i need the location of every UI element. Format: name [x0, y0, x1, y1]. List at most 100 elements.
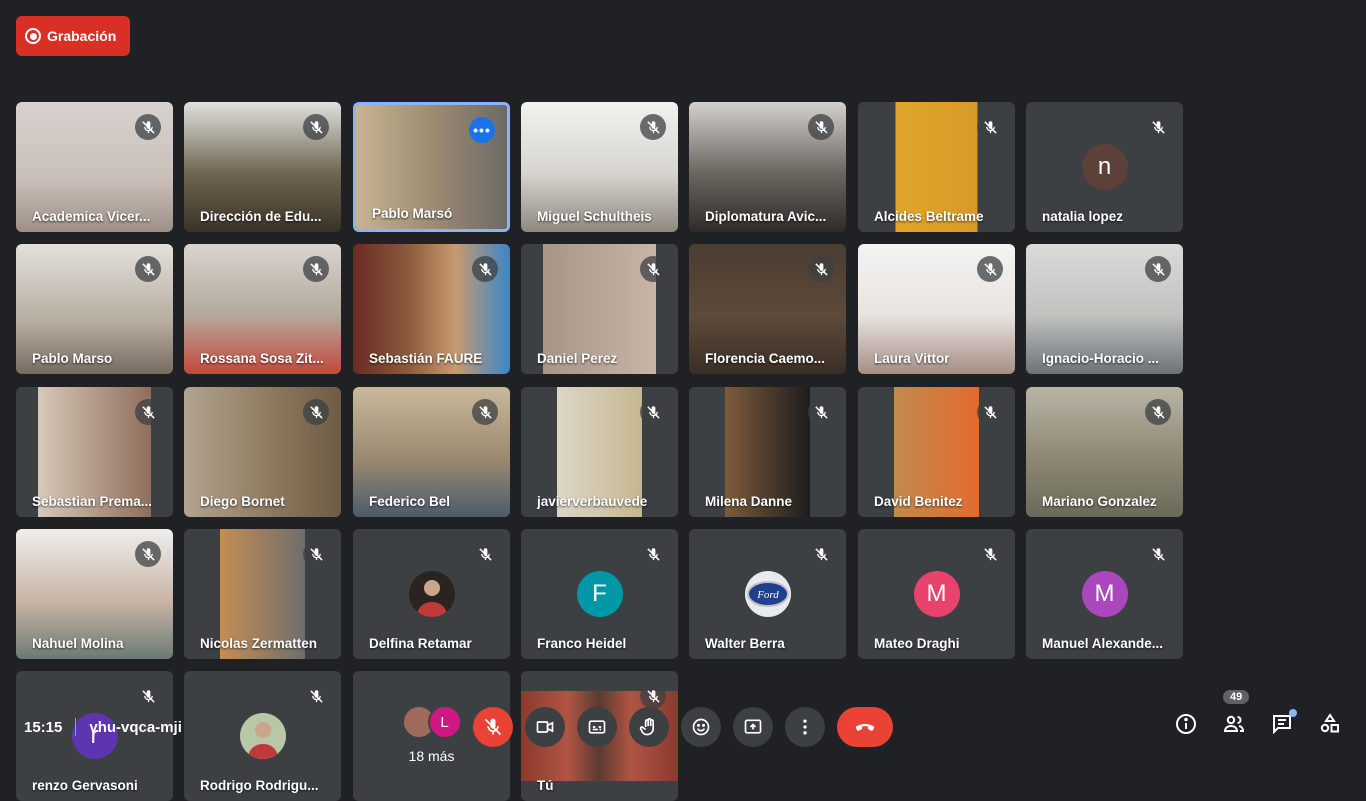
mic-muted-indicator — [303, 399, 329, 425]
mic-muted-indicator — [1145, 399, 1171, 425]
participant-avatar: M — [913, 571, 960, 617]
participant-tile[interactable]: Academica Vicer... — [16, 102, 173, 232]
more-options-button[interactable] — [785, 707, 825, 747]
emoji-icon — [692, 718, 710, 736]
participant-name: Alcides Beltrame — [874, 209, 984, 224]
participant-name: natalia lopez — [1042, 209, 1124, 224]
participant-name: Sebastian Prema... — [32, 494, 153, 509]
mic-muted-indicator — [640, 541, 666, 567]
mic-off-icon — [309, 405, 323, 419]
mic-muted-indicator — [1145, 256, 1171, 282]
reactions-button[interactable] — [681, 707, 721, 747]
participant-tile[interactable]: F Franco Heidel — [521, 529, 678, 659]
mic-muted-indicator — [640, 399, 666, 425]
participant-tile[interactable]: Sebastián FAURE — [353, 244, 510, 374]
mic-off-icon — [141, 547, 155, 561]
participant-tile[interactable]: M Manuel Alexande... — [1026, 529, 1183, 659]
participant-name: Walter Berra — [705, 636, 785, 651]
mic-off-icon — [983, 262, 997, 276]
activities-button[interactable] — [1318, 712, 1342, 736]
mic-muted-indicator — [640, 256, 666, 282]
mic-off-icon — [141, 262, 155, 276]
participant-tile[interactable]: Milena Danne — [689, 387, 846, 517]
participant-tile[interactable]: Miguel Schultheis — [521, 102, 678, 232]
shapes-icon — [1320, 713, 1339, 733]
participant-name: Daniel Perez — [537, 351, 618, 366]
side-controls: 49 — [1174, 690, 1342, 736]
participant-tile[interactable]: Daniel Perez — [521, 244, 678, 374]
participant-name: Nahuel Molina — [32, 636, 124, 651]
participant-tile[interactable]: Laura Vittor — [858, 244, 1015, 374]
hand-icon — [639, 717, 654, 736]
participant-avatar: Ford — [744, 571, 791, 617]
participant-tile[interactable]: Nahuel Molina — [16, 529, 173, 659]
call-end-icon — [855, 724, 875, 731]
participant-tile[interactable]: Florencia Caemo... — [689, 244, 846, 374]
present-now-button[interactable] — [733, 707, 773, 747]
meeting-details-button[interactable] — [1174, 712, 1198, 736]
participant-tile[interactable]: Alcides Beltrame — [858, 102, 1015, 232]
mic-muted-indicator — [808, 114, 834, 140]
participant-tile[interactable]: Sebastian Prema... — [16, 387, 173, 517]
participant-tile[interactable]: javierverbauvede — [521, 387, 678, 517]
participant-name: Franco Heidel — [537, 636, 627, 651]
participant-tile[interactable]: Diego Bornet — [184, 387, 341, 517]
mic-muted-indicator — [472, 256, 498, 282]
camera-toggle-button[interactable] — [525, 707, 565, 747]
people-button[interactable]: 49 — [1222, 690, 1250, 736]
participant-name: Manuel Alexande... — [1042, 636, 1164, 651]
participant-tile[interactable]: Diplomatura Avic... — [689, 102, 846, 232]
tile-options-button[interactable]: ••• — [469, 117, 495, 143]
participant-tile[interactable]: David Benitez — [858, 387, 1015, 517]
participant-tile[interactable]: Delfina Retamar — [353, 529, 510, 659]
participant-name: Mariano Gonzalez — [1042, 494, 1157, 509]
participant-avatar: n — [1081, 144, 1128, 190]
mic-muted-indicator — [472, 541, 498, 567]
participant-name: Diego Bornet — [200, 494, 285, 509]
mic-off-icon — [1151, 120, 1165, 134]
meeting-info: 15:15 vhu-vqca-mji — [24, 718, 182, 736]
leave-call-button[interactable] — [837, 707, 893, 747]
participant-name: Academica Vicer... — [32, 209, 151, 224]
divider — [75, 718, 77, 736]
participant-name: Ignacio-Horacio ... — [1042, 351, 1160, 366]
mic-muted-indicator — [977, 399, 1003, 425]
participant-name: Florencia Caemo... — [705, 351, 826, 366]
mic-off-icon — [646, 262, 660, 276]
participant-tile[interactable]: M Mateo Draghi — [858, 529, 1015, 659]
participant-tile[interactable]: ••• Pablo Marsó — [353, 102, 510, 232]
participant-name: Laura Vittor — [874, 351, 950, 366]
profile-photo-icon — [416, 580, 447, 617]
captions-toggle-button[interactable] — [577, 707, 617, 747]
participant-tile[interactable]: Nicolas Zermatten — [184, 529, 341, 659]
participant-name: renzo Gervasoni — [32, 778, 138, 793]
mic-muted-indicator — [977, 256, 1003, 282]
mic-muted-indicator — [808, 256, 834, 282]
participant-tile[interactable]: Ignacio-Horacio ... — [1026, 244, 1183, 374]
captions-icon — [588, 720, 606, 734]
participant-tile[interactable]: Dirección de Edu... — [184, 102, 341, 232]
participant-tile[interactable]: Ford Walter Berra — [689, 529, 846, 659]
participant-name: Milena Danne — [705, 494, 793, 509]
chat-notification-dot — [1289, 709, 1297, 717]
mic-toggle-button[interactable] — [473, 707, 513, 747]
participant-tile[interactable]: Rossana Sosa Zit... — [184, 244, 341, 374]
participant-avatar: F — [576, 571, 623, 617]
self-name: Tú — [537, 778, 554, 793]
mic-off-icon — [646, 120, 660, 134]
participant-tile[interactable]: Mariano Gonzalez — [1026, 387, 1183, 517]
mic-muted-indicator — [472, 399, 498, 425]
mic-muted-indicator — [808, 399, 834, 425]
participant-tile[interactable]: n natalia lopez — [1026, 102, 1183, 232]
recording-badge[interactable]: Grabación — [16, 16, 130, 56]
mic-muted-indicator — [135, 399, 161, 425]
mic-off-icon — [1151, 405, 1165, 419]
mic-muted-indicator — [1145, 114, 1171, 140]
participant-tile[interactable]: Federico Bel — [353, 387, 510, 517]
record-icon — [25, 28, 41, 44]
mic-off-icon — [814, 405, 828, 419]
participant-tile[interactable]: Pablo Marso — [16, 244, 173, 374]
chat-button[interactable] — [1270, 709, 1297, 736]
mic-off-icon — [478, 405, 492, 419]
raise-hand-button[interactable] — [629, 707, 669, 747]
